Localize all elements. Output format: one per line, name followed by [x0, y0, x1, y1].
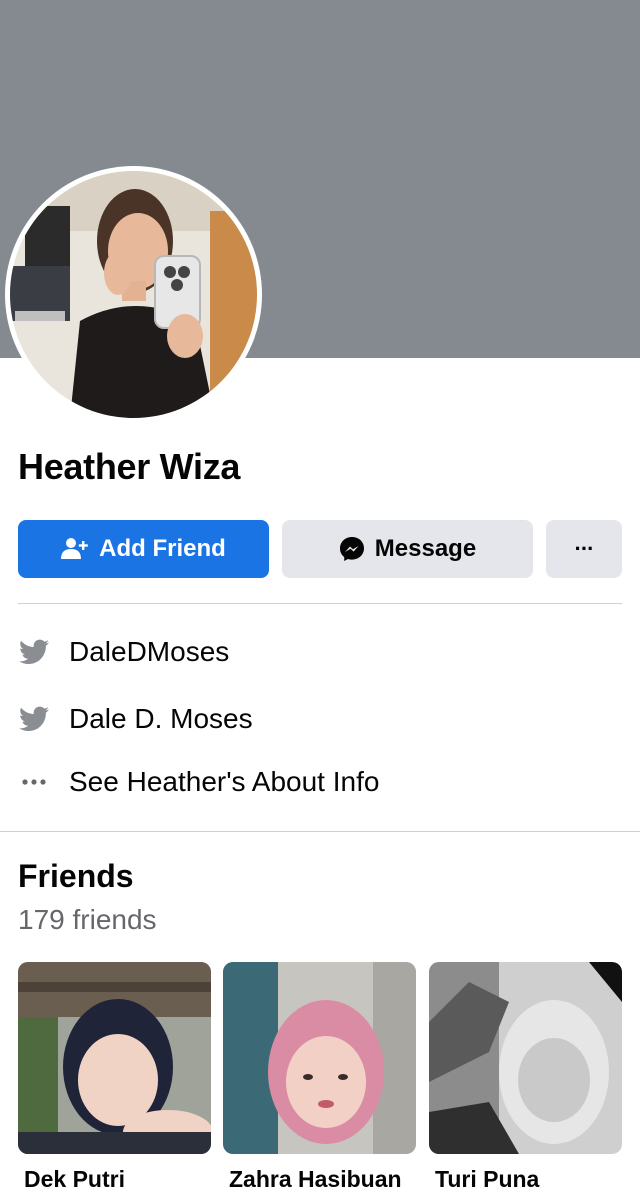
info-item-twitter-handle[interactable]: DaleDMoses	[18, 632, 229, 672]
profile-avatar[interactable]	[10, 171, 257, 418]
more-dots-icon	[18, 766, 50, 798]
messenger-icon	[339, 536, 365, 562]
friend-card[interactable]: Turi Puna	[429, 962, 622, 1193]
twitter-icon	[18, 636, 50, 668]
message-label: Message	[374, 535, 477, 562]
section-divider	[0, 831, 640, 832]
friend-name[interactable]: Zahra Hasibuan	[223, 1166, 416, 1193]
info-text: See Heather's About Info	[69, 766, 380, 797]
friends-section-title[interactable]: Friends	[18, 858, 134, 895]
friend-name[interactable]: Turi Puna	[429, 1166, 622, 1193]
friend-card[interactable]: Zahra Hasibuan	[223, 962, 416, 1193]
info-item-twitter-name[interactable]: Dale D. Moses	[18, 699, 253, 739]
add-person-icon	[61, 537, 89, 561]
add-friend-label: Add Friend	[99, 535, 226, 562]
more-dots-icon: ···	[574, 536, 595, 561]
friend-name[interactable]: Dek Putri	[18, 1166, 211, 1193]
divider	[18, 603, 622, 604]
profile-name: Heather Wiza	[18, 446, 241, 487]
friend-photo[interactable]	[18, 962, 211, 1154]
info-text: Dale D. Moses	[69, 703, 253, 734]
more-options-button[interactable]: ···	[546, 520, 622, 578]
info-item-see-about[interactable]: See Heather's About Info	[18, 762, 379, 802]
twitter-icon	[18, 703, 50, 735]
friend-card[interactable]: Dek Putri	[18, 962, 211, 1193]
friend-photo[interactable]	[223, 962, 416, 1154]
message-button[interactable]: Message	[282, 520, 533, 578]
add-friend-button[interactable]: Add Friend	[18, 520, 269, 578]
friend-photo[interactable]	[429, 962, 622, 1154]
friends-count: 179 friends	[18, 904, 157, 935]
info-text: DaleDMoses	[69, 636, 230, 667]
